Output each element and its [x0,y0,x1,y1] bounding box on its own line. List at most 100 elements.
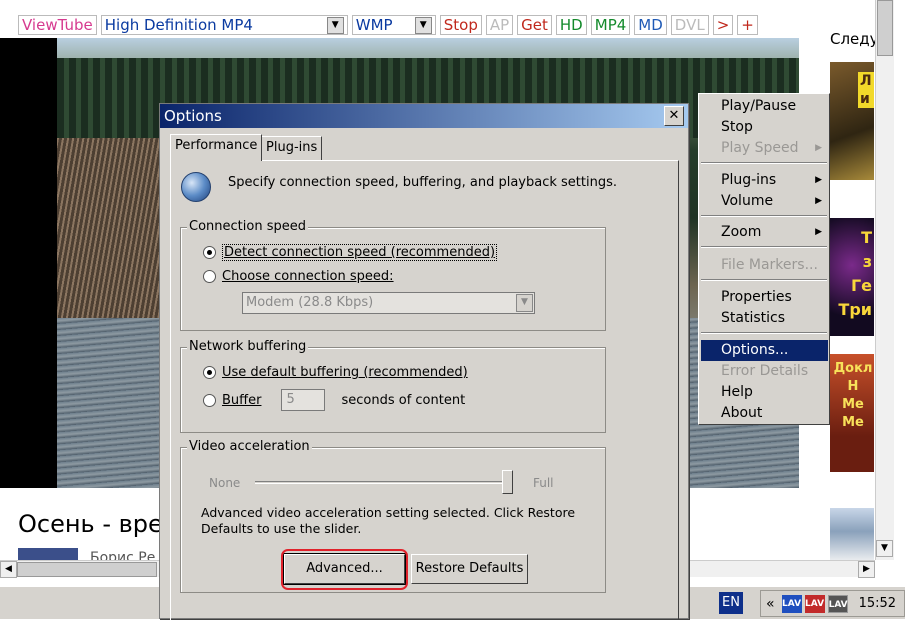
slider-max-label: Full [533,476,554,490]
author-avatar[interactable] [18,548,78,560]
detect-speed-label: Detect connection speed (recommended) [222,244,498,261]
connection-speed-label: Connection speed [187,219,308,234]
connection-speed-value: Modem (28.8 Kbps) [246,295,374,310]
menu-separator [701,332,827,334]
menu-play-speed[interactable]: Play Speed ▶ [701,138,828,159]
clock: 15:52 [858,596,897,611]
submenu-arrow-icon: ▶ [815,143,822,153]
acceleration-slider[interactable] [255,481,513,484]
player-select[interactable]: WMP ▼ [351,15,436,35]
menu-stop[interactable]: Stop [701,117,828,138]
submenu-arrow-icon: ▶ [815,175,822,185]
submenu-arrow-icon: ▶ [815,196,822,206]
close-icon[interactable]: ✕ [664,106,684,126]
related-thumb-4[interactable] [830,508,874,560]
viewtube-button[interactable]: ViewTube [18,15,97,35]
system-tray: « LAV LAV LAV 15:52 [760,590,905,617]
scroll-right-icon[interactable]: ▶ [858,561,875,578]
submenu-arrow-icon: ▶ [815,227,822,237]
hd-button[interactable]: HD [555,15,587,35]
buffer-label: Buffer [222,392,262,408]
menu-options[interactable]: Options... [701,340,828,361]
menu-help[interactable]: Help [701,382,828,403]
connection-speed-group: Connection speed Detect connection speed… [180,219,606,331]
dialog-titlebar[interactable]: Options ✕ [160,104,688,128]
performance-icon [181,172,211,202]
detect-speed-radio[interactable]: Detect connection speed (recommended) [203,244,498,261]
related-thumb-3[interactable]: Докл Н Ме Ме [830,354,874,472]
tab-performance[interactable]: Performance [170,134,263,161]
menu-play-pause[interactable]: Play/Pause [701,96,828,117]
related-title: Следу [830,30,879,48]
performance-description: Specify connection speed, buffering, and… [228,175,618,190]
menu-separator [701,162,827,164]
lav-audio-icon[interactable]: LAV [804,594,825,613]
radio-checked-icon[interactable] [203,246,216,259]
default-buffering-radio[interactable]: Use default buffering (recommended) [203,365,468,380]
options-dialog: Options ✕ Performance Plug-ins Specify c… [159,103,689,620]
scroll-left-icon[interactable]: ◀ [0,561,17,578]
buffer-seconds-input[interactable]: 5 [281,389,326,411]
related-thumb-2[interactable]: Т з Ге Три [830,218,874,336]
menu-plugins-label: Plug-ins [721,172,777,188]
buffer-suffix: seconds of content [341,392,466,408]
language-indicator[interactable]: EN [719,592,743,614]
quality-value: High Definition MP4 [104,16,253,34]
menu-zoom-label: Zoom [721,224,762,240]
menu-error-details[interactable]: Error Details [701,361,828,382]
get-button[interactable]: Get [517,15,552,35]
menu-volume-label: Volume [721,193,774,209]
lav-video-icon[interactable]: LAV [781,594,802,613]
chevron-down-icon[interactable]: ▼ [516,294,533,312]
acceleration-message: Advanced video acceleration setting sele… [201,505,576,536]
related-thumb-3-text: Докл Н Ме Ме [833,361,873,430]
horizontal-scroll-thumb[interactable] [17,562,157,577]
ap-button[interactable]: AP [485,15,514,35]
menu-separator [701,246,827,248]
vertical-scroll-thumb[interactable] [877,0,893,56]
menu-properties[interactable]: Properties [701,287,828,308]
menu-separator [701,215,827,217]
related-thumb-1[interactable]: Л и [830,62,874,180]
radio-unchecked-icon[interactable] [203,270,216,283]
choose-speed-label: Choose connection speed: [222,269,394,284]
viewtube-toolbar: ViewTube High Definition MP4 ▼ WMP ▼ Sto… [18,14,758,36]
menu-about[interactable]: About [701,403,828,424]
menu-plugins[interactable]: Plug-ins ▶ [701,170,828,191]
menu-file-markers[interactable]: File Markers... [701,255,828,276]
stop-button[interactable]: Stop [439,15,482,35]
default-buffering-label: Use default buffering (recommended) [222,365,468,380]
vertical-scrollbar[interactable]: ▼ [875,0,894,560]
menu-play-speed-label: Play Speed [721,140,799,156]
network-buffering-group: Network buffering Use default buffering … [180,339,606,433]
restore-defaults-button[interactable]: Restore Defaults [411,554,528,584]
related-thumb-2-text: Т з Ге Три [838,228,872,319]
radio-checked-icon[interactable] [203,366,216,379]
tab-plugins[interactable]: Plug-ins [261,136,323,160]
tray-expand-icon[interactable]: « [766,596,775,612]
dvl-button[interactable]: DVL [670,15,709,35]
next-button[interactable]: > [712,15,734,35]
player-value: WMP [355,16,393,34]
choose-speed-radio[interactable]: Choose connection speed: [203,269,394,284]
mp4-button[interactable]: MP4 [590,15,631,35]
acceleration-slider-thumb[interactable] [502,470,513,494]
player-context-menu: Play/Pause Stop Play Speed ▶ Plug-ins ▶ Vo… [698,93,830,425]
annotation-highlight [281,549,408,590]
menu-statistics[interactable]: Statistics [701,308,828,329]
video-acceleration-label: Video acceleration [187,439,312,454]
menu-zoom[interactable]: Zoom ▶ [701,222,828,243]
connection-speed-select[interactable]: Modem (28.8 Kbps) ▼ [242,292,535,314]
slider-min-label: None [209,476,241,490]
radio-unchecked-icon[interactable] [203,393,216,407]
add-button[interactable]: + [737,15,758,35]
quality-select[interactable]: High Definition MP4 ▼ [100,15,348,35]
menu-separator [701,279,827,281]
chevron-down-icon[interactable]: ▼ [414,16,432,34]
custom-buffer-radio[interactable]: Buffer 5 seconds of content [203,389,465,411]
menu-volume[interactable]: Volume ▶ [701,191,828,212]
chevron-down-icon[interactable]: ▼ [326,16,344,34]
scroll-down-icon[interactable]: ▼ [876,540,893,557]
lav-splitter-icon[interactable]: LAV [827,594,848,613]
md-button[interactable]: MD [634,15,667,35]
